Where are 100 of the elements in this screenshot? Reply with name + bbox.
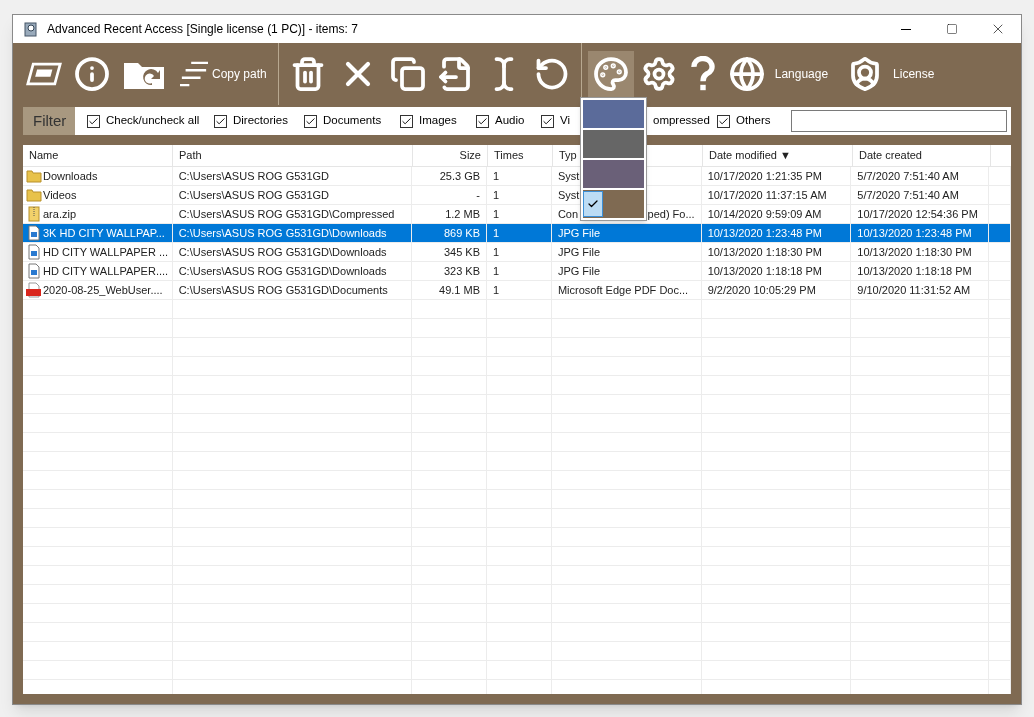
filter-checkbox[interactable]: Directories	[214, 112, 288, 130]
table-cell-text: 10/13/2020 1:23:48 PM	[857, 225, 972, 241]
table-cell-text: 25.3 GB	[439, 168, 481, 184]
copy-path-icon	[178, 60, 210, 88]
column-header[interactable]: Size	[413, 145, 488, 166]
table-cell-text: 1	[493, 244, 500, 260]
table-cell-text: C:\Users\ASUS ROG G531GD\Compressed	[178, 206, 395, 222]
table-cell-text: C:\Users\ASUS ROG G531GD	[178, 187, 330, 203]
table-cell-text: 5/7/2020 7:51:40 AM	[857, 187, 959, 203]
table-cell-text: C:\Users\ASUS ROG G531GD\Downloads	[178, 263, 387, 279]
filter-label: Filter	[23, 107, 75, 135]
table-cell-text: 10/13/2020 1:18:18 PM	[857, 263, 972, 279]
minimize-icon	[901, 28, 911, 30]
table-cell-text: Syst	[557, 168, 580, 184]
column-header[interactable]: Name	[23, 145, 173, 166]
table-cell-text: 1	[493, 282, 500, 298]
copy-icon	[389, 56, 426, 92]
palette-icon	[592, 56, 629, 92]
table-cell-text: HD CITY WALLPAPER....	[43, 263, 169, 279]
table-cell-text: 869 KB	[443, 225, 481, 241]
table-cell-text: C:\Users\ASUS ROG G531GD	[178, 168, 330, 184]
display-icon	[26, 60, 62, 88]
table-cell-text: 1	[493, 206, 500, 222]
checkbox[interactable]	[717, 114, 730, 128]
filter-checkbox[interactable]: Check/uncheck all	[87, 112, 200, 130]
column-header[interactable]: Path	[173, 145, 413, 166]
filter-checkbox[interactable]: Documents	[304, 112, 382, 130]
checkbox[interactable]	[541, 114, 554, 128]
table-cell-text: 1.2 MB	[445, 206, 481, 222]
table-cell-text: Syst	[557, 187, 580, 203]
table-cell-text: 10/13/2020 1:18:18 PM	[707, 263, 822, 279]
table-cell-text: 49.1 MB	[439, 282, 481, 298]
search-field[interactable]	[791, 110, 1007, 132]
info-icon	[74, 56, 110, 92]
table-cell-text: Con	[557, 206, 579, 222]
table-cell-text: 10/13/2020 1:18:30 PM	[857, 244, 972, 260]
table-cell-text: 10/14/2020 9:59:09 AM	[707, 206, 822, 222]
table-cell-text: 1	[493, 168, 500, 184]
maximize-icon	[946, 23, 958, 35]
table-cell-text: 2020-08-25_WebUser....	[43, 282, 163, 298]
toolbar-icon-button[interactable]	[587, 51, 634, 97]
table-cell-text: 10/17/2020 11:37:15 AM	[707, 187, 827, 203]
column-header[interactable]: Date modified ▼	[703, 145, 853, 166]
table-cell-text: JPG File	[557, 225, 601, 241]
table-cell-text: C:\Users\ASUS ROG G531GD\Downloads	[178, 225, 387, 241]
table-cell-text: Microsoft Edge PDF Doc...	[557, 282, 689, 298]
filter-option-label[interactable]: ompressed	[653, 112, 710, 130]
filter-checkbox[interactable]: Images	[400, 112, 457, 130]
checkbox[interactable]	[304, 114, 317, 128]
table-cell-text: 9/10/2020 11:31:52 AM	[857, 282, 971, 298]
column-header[interactable]: Times	[488, 145, 553, 166]
image-file-icon	[26, 244, 42, 260]
table-cell-text: -	[476, 187, 481, 203]
table-cell-text: C:\Users\ASUS ROG G531GD\Downloads	[178, 244, 387, 260]
table-cell-text: 5/7/2020 7:51:40 AM	[857, 168, 959, 184]
image-file-icon	[26, 263, 42, 279]
checkbox[interactable]	[214, 114, 227, 128]
toolbar-button[interactable]: Language	[723, 51, 841, 97]
zip-file-icon	[26, 206, 42, 222]
table-cell-text: 323 KB	[443, 263, 481, 279]
checkbox[interactable]	[400, 114, 413, 128]
table-cell-text: HD CITY WALLPAPER ...	[43, 244, 169, 260]
table-cell-text: 10/13/2020 1:23:48 PM	[707, 225, 822, 241]
table-row[interactable]: 2020-08-25_WebUser.... C:\Users\ASUS ROG G531GD\Documents 49.1 MB 1 Microsoft Edge PDF Doc... 9/2/2020 10:05:29 PM 9/10/2020 11:31:52 AM	[23, 281, 1011, 300]
folder-icon	[26, 187, 42, 203]
table-row[interactable]: HD CITY WALLPAPER.... C:\Users\ASUS ROG G531GD\Downloads 323 KB 1 JPG File 10/13/2020 1:18:18 PM 10/13/2020 1:18:18 PM	[23, 262, 1011, 281]
table-cell-text: C:\Users\ASUS ROG G531GD\Documents	[178, 282, 388, 298]
checkbox[interactable]	[476, 114, 489, 128]
pdf-file-icon	[26, 282, 42, 298]
toolbar-button[interactable]: License	[842, 51, 947, 97]
table-row[interactable]: HD CITY WALLPAPER ... C:\Users\ASUS ROG G531GD\Downloads 345 KB 1 JPG File 10/13/2020 1:18:30 PM 10/13/2020 1:18:30 PM	[23, 243, 1011, 262]
toolbar-button[interactable]: Copy path	[173, 51, 272, 97]
checkbox[interactable]	[87, 114, 100, 128]
folder-icon	[26, 168, 42, 184]
table-cell-text: JPG File	[557, 244, 601, 260]
table-cell-text: 9/2/2020 10:05:29 PM	[707, 282, 816, 298]
table-cell-text: JPG File	[557, 263, 601, 279]
check-icon	[587, 198, 599, 210]
globe-icon	[728, 56, 765, 92]
table-cell-text: 1	[493, 225, 500, 241]
image-file-icon	[26, 225, 42, 241]
filter-checkbox[interactable]: Audio	[476, 112, 525, 130]
table-cell-text: 1	[493, 263, 500, 279]
help-icon	[688, 56, 717, 92]
table-cell-text: 10/17/2020 12:54:36 PM	[857, 206, 978, 222]
column-header[interactable]: Date created	[853, 145, 991, 166]
table-cell-text: 3K HD CITY WALLPAP...	[43, 225, 165, 241]
table-cell-text: ara.zip	[43, 206, 77, 222]
table-cell-text: 1	[493, 187, 500, 203]
table-cell-text: 10/17/2020 1:21:35 PM	[707, 168, 822, 184]
filter-checkbox[interactable]: Vi	[541, 112, 571, 130]
table-cell-text: 345 KB	[443, 244, 481, 260]
table-cell-text: Videos	[43, 187, 77, 203]
table-cell-text: Downloads	[43, 168, 98, 184]
theme-option[interactable]	[583, 190, 644, 218]
app-icon	[23, 21, 39, 37]
table-row[interactable]: 3K HD CITY WALLPAP... C:\Users\ASUS ROG G531GD\Downloads 869 KB 1 JPG File 10/13/2020 1:23:48 PM 10/13/2020 1:23:48 PM	[23, 224, 1011, 243]
table-cell-text: 10/13/2020 1:18:30 PM	[707, 244, 822, 260]
filter-checkbox[interactable]: Others	[717, 112, 771, 130]
window-title: Advanced Recent Access [Single license (1 PC)] - items: 7	[47, 21, 358, 38]
